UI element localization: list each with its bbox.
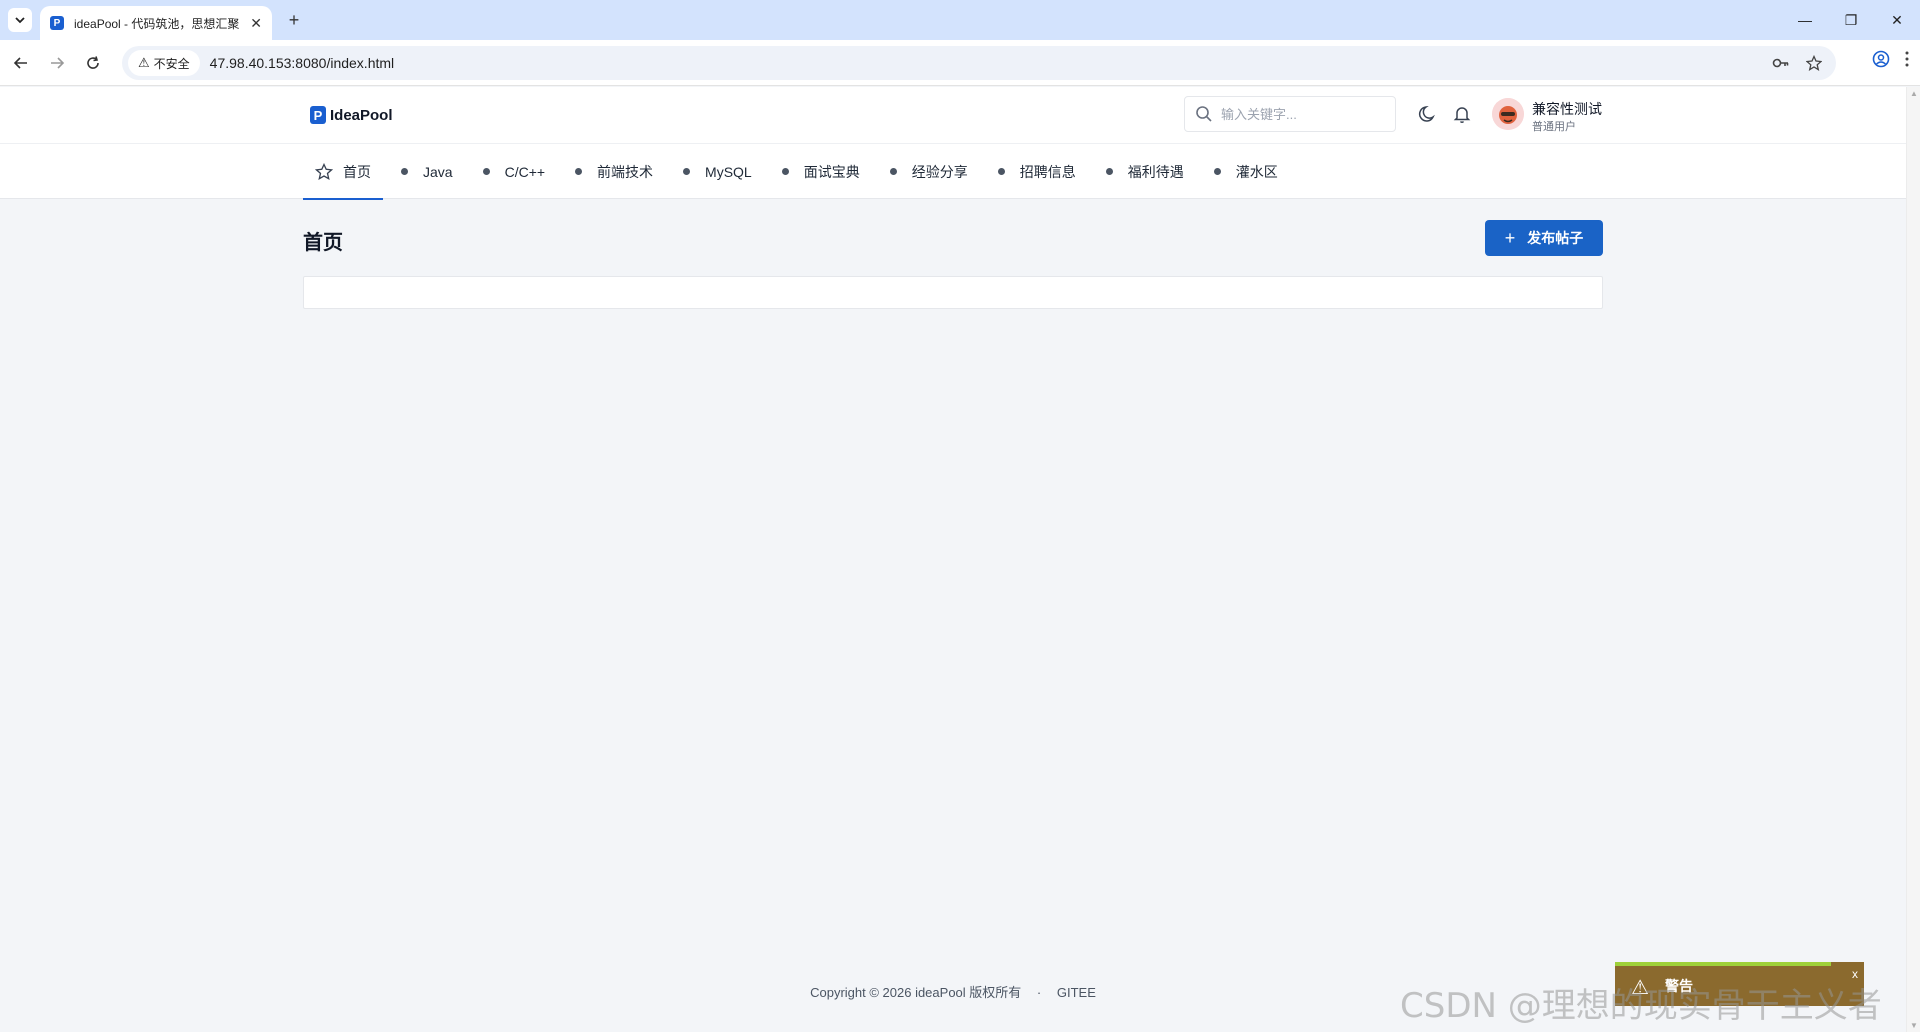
url-text[interactable]: 47.98.40.153:8080/index.html [210, 55, 394, 71]
bullet-dot-icon [781, 168, 789, 175]
moon-icon[interactable] [1418, 104, 1438, 124]
back-button[interactable] [8, 50, 34, 76]
toolbar-right-icons [1872, 50, 1910, 68]
browser-tab-active[interactable]: P ideaPool - 代码筑池，思想汇聚 ✕ [40, 6, 272, 40]
search-box[interactable] [1184, 96, 1396, 132]
more-menu-icon[interactable] [1904, 50, 1910, 68]
chevron-down-icon [15, 17, 25, 24]
bullet-dot-icon [575, 168, 583, 175]
reload-button[interactable] [80, 50, 106, 76]
bookmark-star-icon[interactable] [1806, 55, 1822, 71]
new-post-button[interactable]: + 发布帖子 [1485, 220, 1603, 256]
reload-icon [87, 56, 99, 69]
forward-button[interactable] [44, 50, 70, 76]
gitee-link[interactable]: GITEE [1057, 985, 1096, 1000]
restore-button[interactable]: ❐ [1828, 0, 1874, 40]
bullet-dot-icon [1213, 168, 1221, 175]
tab-close-icon[interactable]: ✕ [250, 15, 262, 32]
tab-title: ideaPool - 代码筑池，思想汇聚 [74, 16, 240, 31]
key-icon[interactable] [1772, 55, 1790, 71]
site-logo[interactable]: P IdeaPool [310, 106, 393, 124]
bullet-dot-icon [401, 168, 408, 175]
nav-item-label: MySQL [705, 163, 752, 180]
site-header: P IdeaPool 兼容性测试 普通用户 [0, 87, 1906, 143]
arrow-right-icon [51, 57, 65, 69]
logo-text: IdeaPool [330, 106, 393, 124]
profile-icon[interactable] [1872, 50, 1890, 68]
plus-icon: + [1504, 227, 1516, 248]
address-bar[interactable]: ⚠ 不安全 47.98.40.153:8080/index.html [122, 46, 1836, 80]
nav-item-interview[interactable]: 面试宝典 [770, 144, 872, 199]
nav-item-label: C/C++ [504, 163, 546, 180]
post-list [303, 276, 1603, 309]
page-scrollbar[interactable]: ▲ ▼ [1906, 87, 1920, 1032]
close-window-button[interactable]: ✕ [1874, 0, 1920, 40]
new-post-label: 发布帖子 [1527, 230, 1584, 246]
nav-item-java[interactable]: Java [389, 144, 465, 199]
window-controls: — ❐ ✕ [1782, 0, 1920, 40]
category-nav: 首页 Java C/C++ 前端技术 MySQL 面试宝典 经验分享 招聘信息 … [0, 143, 1906, 200]
nav-item-label: 面试宝典 [803, 163, 860, 180]
nav-item-label: 福利待遇 [1127, 163, 1184, 180]
bullet-dot-icon [997, 168, 1005, 175]
nav-item-frontend[interactable]: 前端技术 [563, 144, 665, 199]
arrow-left-icon [13, 57, 27, 69]
logo-mark: P [310, 106, 326, 124]
bell-icon[interactable] [1452, 104, 1472, 124]
nav-item-label: Java [423, 163, 453, 180]
search-icon [1196, 106, 1212, 122]
browser-tab-strip: P ideaPool - 代码筑池，思想汇聚 ✕ + — ❐ ✕ [0, 0, 1920, 40]
bullet-dot-icon [683, 168, 691, 175]
nav-item-cpp[interactable]: C/C++ [471, 144, 557, 199]
tab-list-button[interactable] [8, 8, 32, 32]
star-icon [315, 162, 333, 180]
warning-icon: ⚠ [138, 55, 150, 70]
nav-item-experience[interactable]: 经验分享 [878, 144, 980, 199]
omnibox-icons [1772, 55, 1822, 71]
new-tab-button[interactable]: + [282, 8, 306, 32]
user-name[interactable]: 兼容性测试 [1532, 99, 1602, 119]
bullet-dot-icon [889, 168, 897, 175]
search-input[interactable] [1221, 106, 1381, 122]
nav-item-chat[interactable]: 灌水区 [1202, 144, 1290, 199]
nav-item-label: 前端技术 [597, 163, 654, 180]
user-role: 普通用户 [1532, 121, 1576, 133]
watermark: CSDN @理想的现实骨干主义者 [1400, 986, 1882, 1026]
footer-separator: · [1036, 985, 1042, 1000]
tab-favicon: P [50, 16, 64, 30]
nav-item-benefits[interactable]: 福利待遇 [1094, 144, 1196, 199]
scroll-down-icon[interactable]: ▼ [1910, 1021, 1918, 1030]
nav-item-label: 经验分享 [911, 163, 968, 180]
toast-progress-bar [1615, 962, 1831, 966]
bullet-dot-icon [482, 168, 490, 175]
category-list: 首页 Java C/C++ 前端技术 MySQL 面试宝典 经验分享 招聘信息 … [303, 144, 1296, 200]
security-label: 不安全 [153, 56, 190, 71]
avatar-image-icon [1492, 98, 1524, 130]
nav-item-home[interactable]: 首页 [303, 144, 383, 200]
minimize-button[interactable]: — [1782, 0, 1828, 40]
nav-item-mysql[interactable]: MySQL [671, 144, 764, 199]
page-title: 首页 [303, 232, 343, 254]
nav-item-label: 灌水区 [1235, 163, 1278, 180]
bullet-dot-icon [1105, 168, 1113, 175]
scroll-up-icon[interactable]: ▲ [1910, 89, 1918, 98]
avatar[interactable] [1492, 98, 1524, 130]
nav-item-label: 首页 [343, 163, 371, 180]
nav-item-label: 招聘信息 [1019, 163, 1076, 180]
copyright-text: Copyright © 2026 ideaPool 版权所有 [810, 985, 1022, 1000]
browser-toolbar: ⚠ 不安全 47.98.40.153:8080/index.html [0, 40, 1920, 86]
security-chip[interactable]: ⚠ 不安全 [128, 50, 200, 76]
nav-item-jobs[interactable]: 招聘信息 [986, 144, 1088, 199]
